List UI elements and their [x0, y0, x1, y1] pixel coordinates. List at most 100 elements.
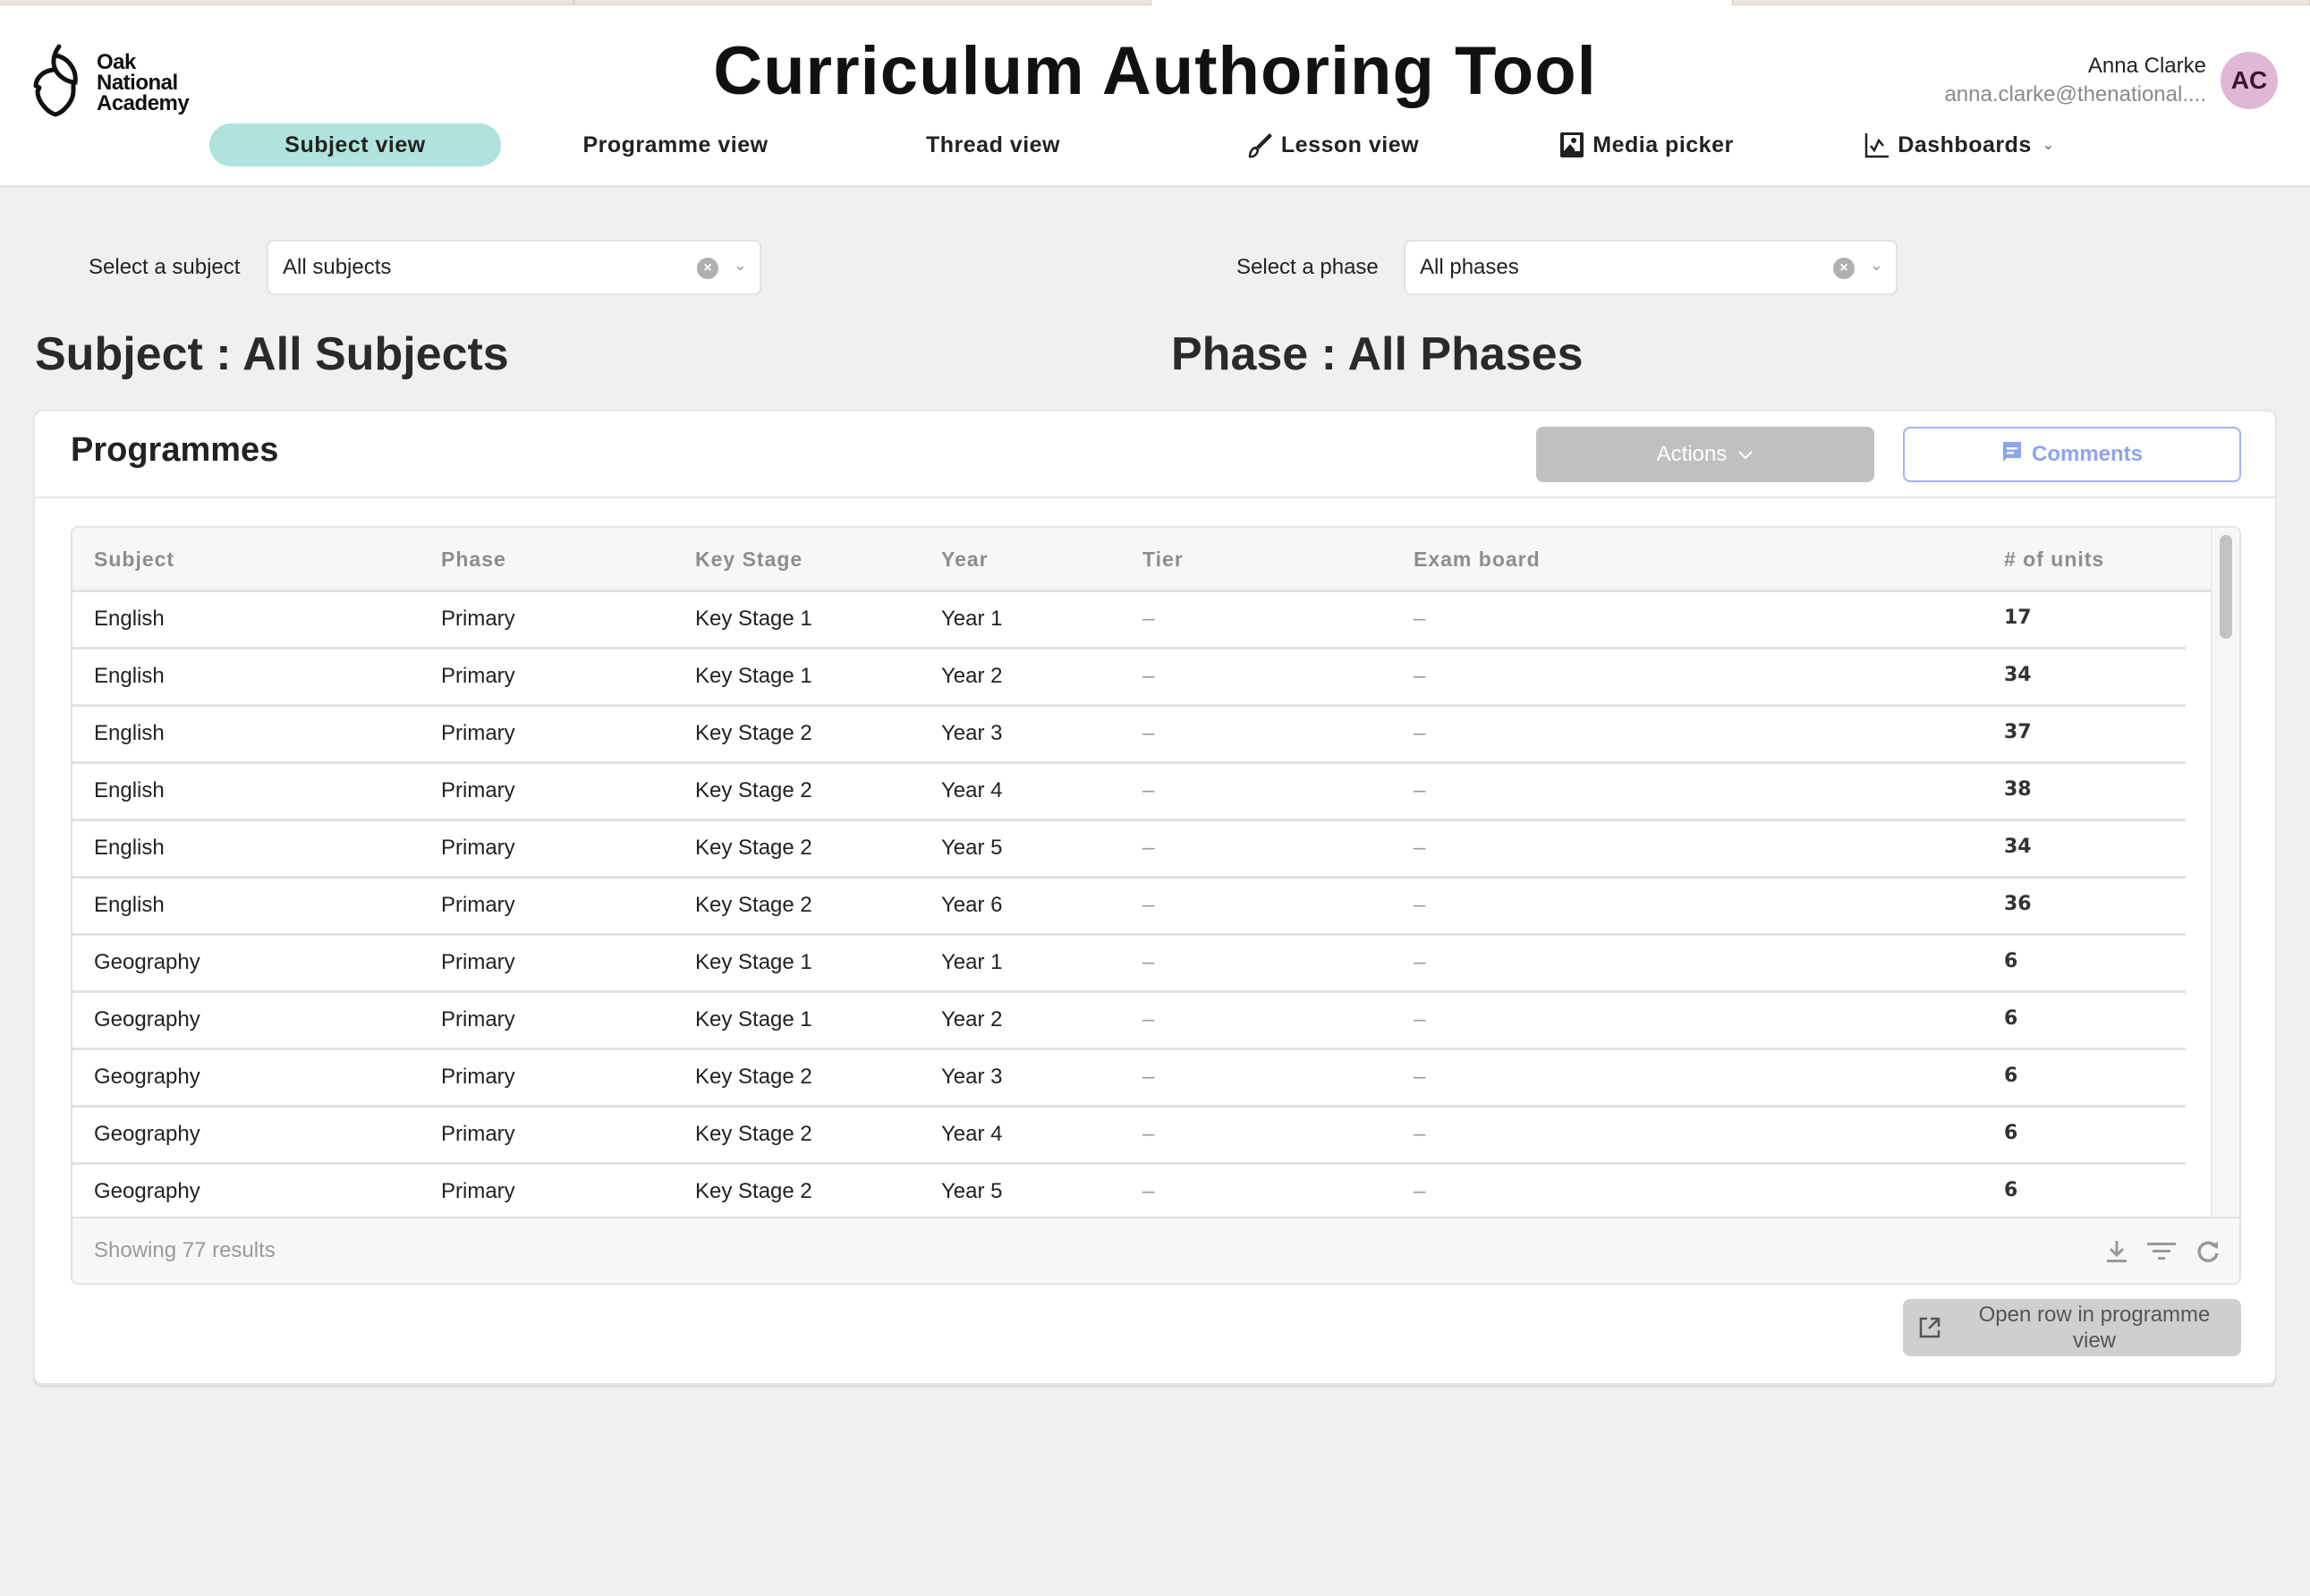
cell-phase: Primary	[441, 836, 515, 860]
open-row-in-programme-view-button[interactable]: Open row in programme view	[1903, 1299, 2241, 1356]
user-menu[interactable]: Anna Clarke anna.clarke@thenational.... …	[1944, 52, 2278, 109]
cell-phase: Primary	[441, 664, 515, 688]
table-row[interactable]: English Primary Key Stage 2 Year 6 – – 36	[72, 879, 2212, 936]
clear-icon[interactable]: ×	[1833, 258, 1855, 279]
cell-exam-board: –	[1414, 778, 1426, 802]
cell-units: 6	[2004, 1122, 2018, 1144]
chevron-down-icon[interactable]: ⌄	[1870, 256, 1883, 275]
cell-units: 36	[2004, 893, 2032, 915]
cell-subject: English	[94, 836, 165, 860]
cell-units: 6	[2004, 1065, 2018, 1087]
tab-lesson-view[interactable]: Lesson view	[1217, 123, 1449, 166]
cell-exam-board: –	[1414, 893, 1426, 917]
cell-subject: English	[94, 778, 165, 802]
table-row[interactable]: English Primary Key Stage 2 Year 4 – – 38	[72, 764, 2212, 821]
scrollbar-thumb[interactable]	[2220, 535, 2232, 639]
tab-media-picker[interactable]: Media picker	[1530, 123, 1762, 166]
cell-exam-board: –	[1414, 836, 1426, 860]
cell-exam-board: –	[1414, 1122, 1426, 1146]
cell-phase: Primary	[441, 1065, 515, 1089]
tab-dashboards[interactable]: Dashboards ⌄	[1843, 123, 2076, 166]
cell-units: 6	[2004, 1007, 2018, 1030]
chevron-down-icon[interactable]: ⌄	[734, 256, 747, 275]
column-header-phase[interactable]: Phase	[441, 548, 506, 572]
table-row[interactable]: Geography Primary Key Stage 2 Year 5 – – 6	[72, 1165, 2212, 1222]
chevron-down-icon: ⌄	[2042, 138, 2055, 153]
table-row[interactable]: English Primary Key Stage 2 Year 5 – – 34	[72, 821, 2212, 879]
cell-phase: Primary	[441, 893, 515, 917]
tab-thread-view[interactable]: Thread view	[859, 123, 1127, 166]
avatar[interactable]: AC	[2221, 52, 2278, 109]
cell-key-stage: Key Stage 2	[695, 893, 812, 917]
cell-phase: Primary	[441, 1122, 515, 1146]
phase-select[interactable]: All phases × ⌄	[1404, 240, 1898, 295]
cell-units: 6	[2004, 1179, 2018, 1201]
cell-key-stage: Key Stage 2	[695, 721, 812, 745]
cell-key-stage: Key Stage 1	[695, 950, 812, 974]
phase-select-value: All phases	[1420, 255, 1519, 279]
main-nav: Subject view Programme view Thread view …	[0, 123, 2310, 166]
table-row[interactable]: Geography Primary Key Stage 2 Year 3 – – 6	[72, 1050, 2212, 1108]
tab-label: Lesson view	[1280, 132, 1420, 157]
column-header-units[interactable]: # of units	[2004, 548, 2104, 572]
column-header-key-stage[interactable]: Key Stage	[695, 548, 803, 572]
user-name: Anna Clarke	[2087, 54, 2206, 78]
comments-button[interactable]: Comments	[1903, 427, 2241, 482]
comment-icon	[2001, 440, 2023, 470]
cell-subject: English	[94, 893, 165, 917]
table-row[interactable]: Geography Primary Key Stage 2 Year 4 – – 6	[72, 1108, 2212, 1165]
tab-label: Thread view	[926, 132, 1060, 157]
cell-year: Year 5	[941, 836, 1003, 860]
programmes-table: Subject Phase Key Stage Year Tier Exam b…	[71, 526, 2241, 1285]
cell-tier: –	[1142, 778, 1155, 802]
table-row[interactable]: Geography Primary Key Stage 1 Year 1 – – 6	[72, 936, 2212, 993]
programmes-card: Programmes Actions Comments Subject Phas…	[33, 410, 2277, 1385]
cell-tier: –	[1142, 721, 1155, 745]
cell-phase: Primary	[441, 778, 515, 802]
tab-subject-view[interactable]: Subject view	[209, 123, 501, 166]
download-icon[interactable]	[2102, 1236, 2132, 1267]
column-header-exam-board[interactable]: Exam board	[1414, 548, 1541, 572]
tab-label: Subject view	[285, 132, 426, 157]
table-row[interactable]: English Primary Key Stage 2 Year 3 – – 37	[72, 707, 2212, 764]
table-body: English Primary Key Stage 1 Year 1– –17 Engli…	[72, 592, 2212, 1222]
tab-programme-view[interactable]: Programme view	[537, 123, 814, 166]
cell-subject: Geography	[94, 1179, 200, 1203]
cell-tier: –	[1142, 1122, 1155, 1146]
cell-exam-board: –	[1414, 1179, 1426, 1203]
clear-icon[interactable]: ×	[697, 258, 718, 279]
actions-button[interactable]: Actions	[1536, 427, 1874, 482]
table-header: Subject Phase Key Stage Year Tier Exam b…	[72, 528, 2212, 592]
cell-key-stage: Key Stage 2	[695, 1179, 812, 1203]
cell-key-stage: Key Stage 2	[695, 1065, 812, 1089]
table-scrollbar[interactable]	[2211, 528, 2238, 1217]
table-row[interactable]: English Primary Key Stage 1 Year 2 – – 34	[72, 649, 2212, 707]
actions-label: Actions	[1656, 442, 1728, 466]
cell-year: Year 3	[941, 1065, 1003, 1089]
tab-label: Media picker	[1592, 132, 1734, 157]
image-icon	[1558, 132, 1585, 158]
cell-exam-board: –	[1414, 607, 1426, 631]
column-header-year[interactable]: Year	[941, 548, 989, 572]
subject-select-value: All subjects	[283, 255, 392, 279]
table-row[interactable]: Geography Primary Key Stage 1 Year 2 – – 6	[72, 993, 2212, 1050]
chart-icon	[1864, 132, 1890, 158]
cell-tier: –	[1142, 950, 1155, 974]
cell-year: Year 5	[941, 1179, 1003, 1203]
refresh-icon[interactable]	[2193, 1236, 2223, 1267]
subject-heading: Subject : All Subjects	[35, 328, 509, 380]
comments-label: Comments	[2031, 442, 2144, 466]
subject-select[interactable]: All subjects × ⌄	[267, 240, 761, 295]
phase-filter-label: Select a phase	[1236, 255, 1379, 279]
cell-subject: Geography	[94, 1065, 200, 1089]
cell-exam-board: –	[1414, 1007, 1426, 1031]
column-header-tier[interactable]: Tier	[1142, 548, 1184, 572]
app-header: Oak National Academy Curriculum Authorin…	[0, 5, 2310, 188]
cell-tier: –	[1142, 1179, 1155, 1203]
user-email: anna.clarke@thenational....	[1944, 82, 2206, 106]
filter-icon[interactable]	[2146, 1236, 2177, 1267]
column-header-subject[interactable]: Subject	[94, 548, 174, 572]
cell-tier: –	[1142, 893, 1155, 917]
table-row[interactable]: English Primary Key Stage 1 Year 1 – – 17	[72, 592, 2212, 649]
cell-tier: –	[1142, 836, 1155, 860]
